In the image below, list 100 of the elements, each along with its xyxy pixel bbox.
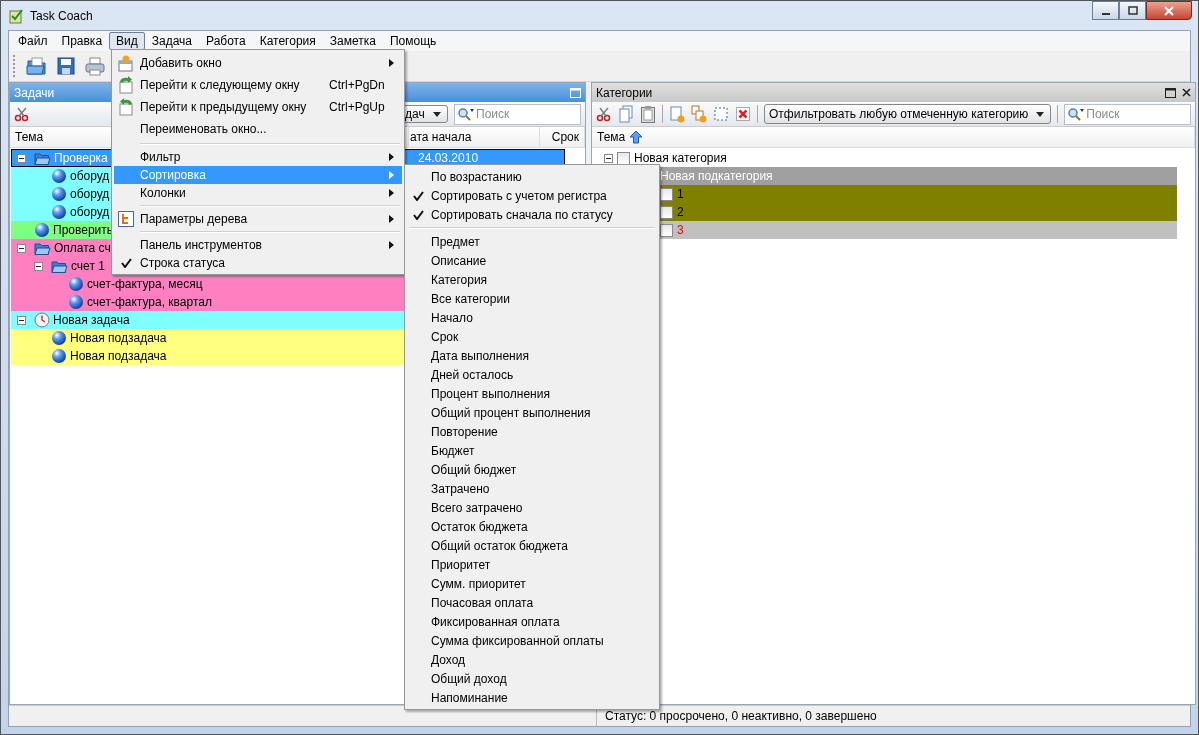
- menu-item[interactable]: Затрачено: [407, 479, 657, 498]
- menu-item[interactable]: Фильтр: [114, 148, 402, 166]
- menu-item[interactable]: Панель инструментов: [114, 236, 402, 254]
- menu-item[interactable]: Общий доход: [407, 669, 657, 688]
- menu-item[interactable]: Общий бюджет: [407, 460, 657, 479]
- menu-item[interactable]: Сортировать с учетом регистра: [407, 186, 657, 205]
- check-icon: [412, 190, 424, 201]
- category-row[interactable]: 1: [658, 185, 1178, 203]
- task-title: оборуд: [70, 187, 110, 201]
- category-name: 1: [677, 187, 684, 201]
- search-icon: [457, 107, 475, 121]
- new-subpage-icon[interactable]: [691, 105, 707, 123]
- menu-bar-item[interactable]: Файл: [11, 32, 55, 50]
- window-star-icon: [117, 54, 135, 72]
- menu-item[interactable]: Перейти к следующему окну Ctrl+PgDn: [114, 74, 402, 96]
- column-header[interactable]: ата начала: [409, 127, 540, 147]
- menu-item[interactable]: Приоритет: [407, 555, 657, 574]
- menu-item[interactable]: Сумма фиксированной оплаты: [407, 631, 657, 650]
- clipboard-check-icon: [8, 7, 24, 24]
- clipboard-icon[interactable]: [640, 105, 656, 123]
- menu-item[interactable]: Добавить окно: [114, 52, 402, 74]
- window-icon[interactable]: [1165, 87, 1177, 98]
- menu-item[interactable]: Процент выполнения: [407, 384, 657, 403]
- task-title: Новая задача: [53, 313, 130, 327]
- panel-title: Категории: [596, 85, 653, 100]
- search-field[interactable]: Поиск: [1064, 103, 1192, 125]
- printer-icon[interactable]: [84, 56, 106, 76]
- menu-item[interactable]: Общий процент выполнения: [407, 403, 657, 422]
- collapse-icon[interactable]: [17, 243, 26, 253]
- menu-item[interactable]: Почасовая оплата: [407, 593, 657, 612]
- checkbox[interactable]: [660, 205, 673, 219]
- menu-item[interactable]: Перейти к предыдущему окну Ctrl+PgUp: [114, 96, 402, 118]
- filter-dropdown[interactable]: дач: [402, 105, 448, 123]
- close-icon[interactable]: [1182, 88, 1192, 97]
- category-name: Новая подкатегория: [660, 169, 773, 183]
- sphere-icon: [51, 330, 67, 346]
- menu-bar-item[interactable]: Работа: [199, 32, 253, 50]
- column-header[interactable]: Срок: [540, 127, 585, 147]
- clock-icon: [34, 312, 50, 328]
- maximize-button[interactable]: [1119, 1, 1146, 20]
- delete-icon[interactable]: [735, 105, 751, 123]
- arrow-icon: [117, 76, 135, 94]
- menu-bar-item[interactable]: Вид: [109, 32, 145, 50]
- sphere-icon: [51, 186, 67, 202]
- collapse-icon[interactable]: [604, 153, 613, 163]
- close-button[interactable]: [1146, 1, 1192, 20]
- close-icon: [1163, 4, 1175, 17]
- task-title: Новая подзадача: [70, 331, 167, 345]
- up-arrow-icon: [629, 130, 644, 144]
- sphere-icon: [51, 348, 67, 364]
- folder-icon: [34, 240, 51, 256]
- menu-item[interactable]: Параметры дерева: [114, 210, 402, 228]
- menu-item[interactable]: Дней осталось: [407, 365, 657, 384]
- menu-bar-item[interactable]: Заметка: [322, 32, 383, 50]
- category-row[interactable]: Новая категория: [602, 149, 1178, 167]
- menu-item[interactable]: Общий остаток бюджета: [407, 536, 657, 555]
- scissors-icon[interactable]: [596, 106, 612, 122]
- task-title: оборуд: [70, 169, 110, 183]
- collapse-icon[interactable]: [34, 261, 43, 271]
- menu-item[interactable]: Описание: [407, 251, 657, 270]
- checkbox[interactable]: [660, 187, 673, 201]
- search-field[interactable]: Поиск: [454, 103, 581, 125]
- filter-dropdown[interactable]: Отфильтровать любую отмеченную категорию: [764, 104, 1052, 124]
- folder-icon: [34, 150, 51, 166]
- minimize-button[interactable]: [1092, 1, 1119, 20]
- menu-item[interactable]: Бюджет: [407, 441, 657, 460]
- collapse-icon[interactable]: [17, 315, 26, 325]
- panel-title: Задачи: [14, 85, 55, 100]
- menu-item[interactable]: Всего затрачено: [407, 498, 657, 517]
- menu-bar-item[interactable]: Задача: [144, 32, 200, 50]
- scissors-icon[interactable]: [14, 106, 30, 122]
- collapse-icon[interactable]: [17, 153, 26, 163]
- category-row[interactable]: 2: [658, 203, 1178, 221]
- menu-item[interactable]: Повторение: [407, 422, 657, 441]
- checkbox[interactable]: [617, 151, 630, 165]
- tree-icon: [118, 211, 134, 227]
- menu-item[interactable]: Строка статуса: [114, 254, 402, 272]
- checkbox[interactable]: [660, 223, 673, 237]
- menu-item[interactable]: Предмет: [407, 232, 657, 251]
- task-title: Оплата сч: [54, 241, 111, 255]
- menu-item[interactable]: Остаток бюджета: [407, 517, 657, 536]
- menu-item[interactable]: Сумм. приоритет: [407, 574, 657, 593]
- menu-item[interactable]: Переименовать окно...: [114, 118, 402, 140]
- save-icon[interactable]: [56, 56, 76, 76]
- sphere-icon: [34, 222, 50, 238]
- menu-bar-item[interactable]: Правка: [54, 32, 110, 50]
- menu-item[interactable]: Сортировать сначала по статусу: [407, 205, 657, 224]
- task-title: Проверка: [54, 151, 108, 165]
- column-header[interactable]: Тема: [592, 127, 1196, 147]
- menu-item[interactable]: Колонки: [114, 184, 402, 202]
- sphere-icon: [51, 204, 67, 220]
- menu-item[interactable]: По возрастанию: [407, 167, 657, 186]
- menu-bar-item[interactable]: Категория: [252, 32, 323, 50]
- menu-bar-item[interactable]: Помощь: [382, 32, 444, 50]
- category-name: 2: [677, 205, 684, 219]
- open-folder-icon[interactable]: [26, 56, 48, 76]
- minimize-icon: [1101, 12, 1110, 15]
- menu-item[interactable]: Фиксированная оплата: [407, 612, 657, 631]
- menu-item[interactable]: Доход: [407, 650, 657, 669]
- menu-item[interactable]: Напоминание: [407, 688, 657, 707]
